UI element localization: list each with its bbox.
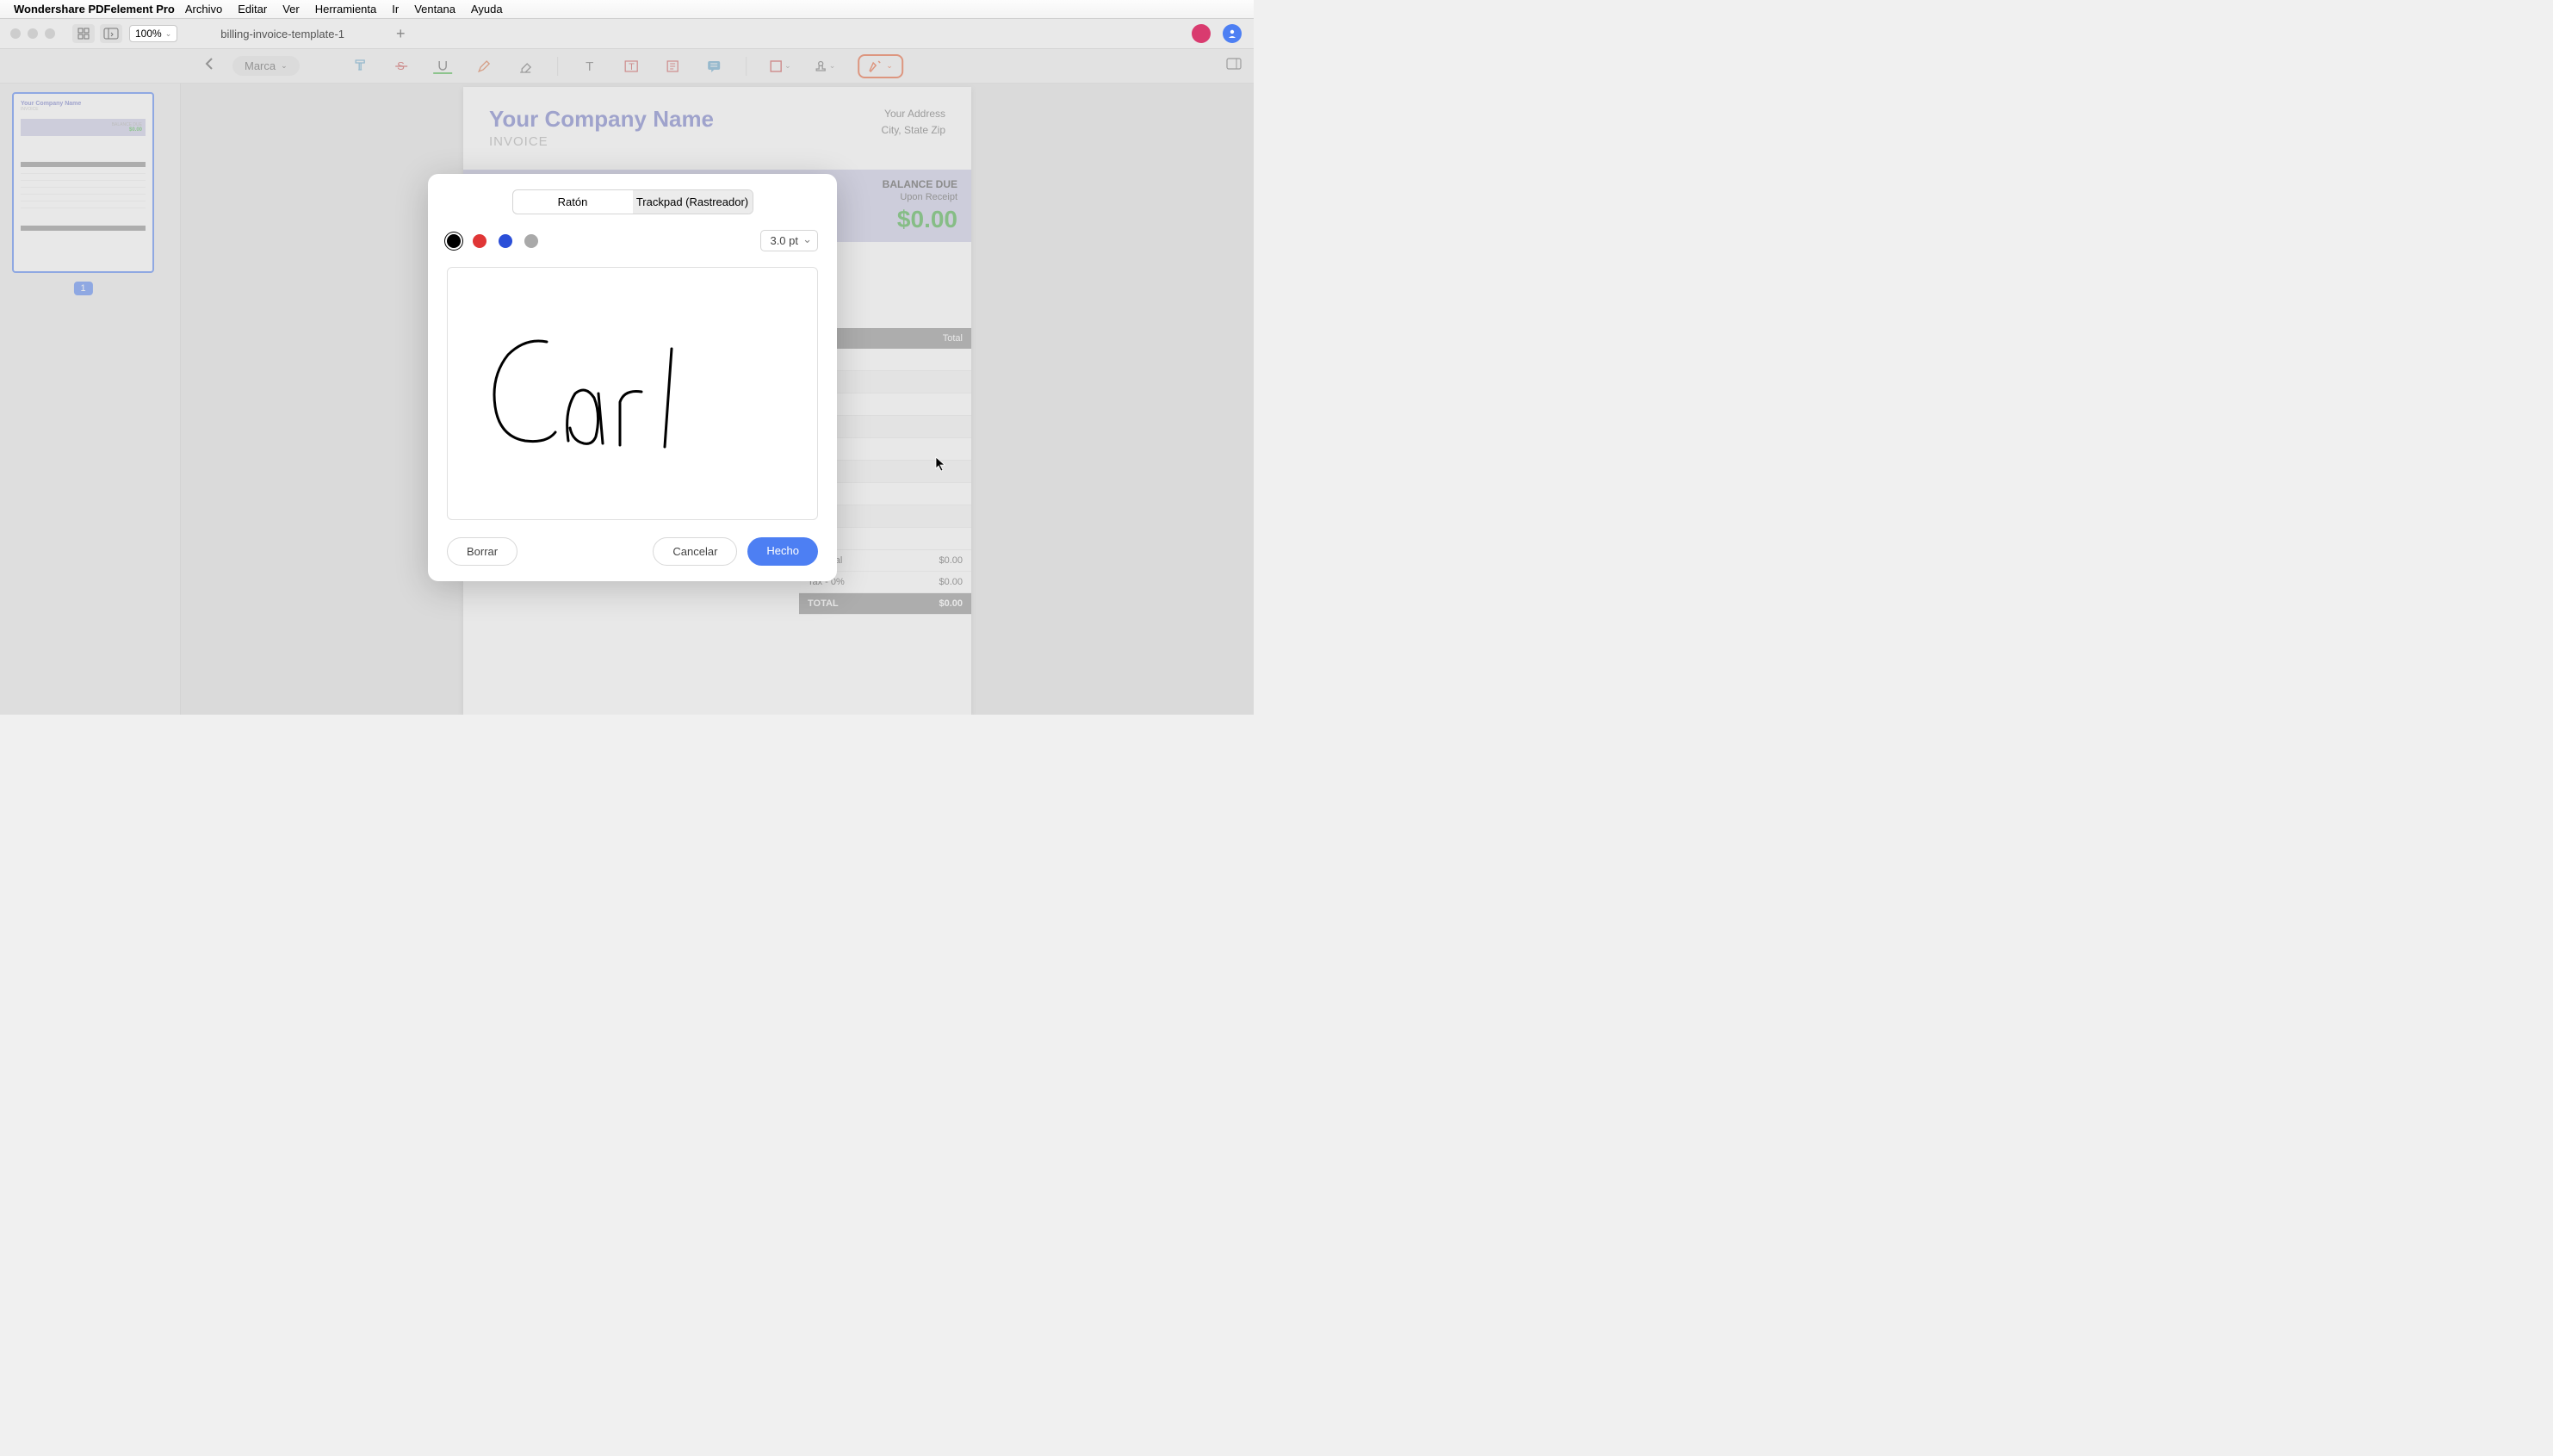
menu-ventana[interactable]: Ventana (414, 3, 455, 15)
done-button[interactable]: Hecho (747, 537, 818, 566)
traffic-lights (0, 28, 65, 39)
minimize-window-button[interactable] (28, 28, 38, 39)
stroke-size-select[interactable]: 3.0 pt (760, 230, 818, 251)
stroke-size-value: 3.0 pt (770, 234, 798, 247)
add-tab-button[interactable]: + (396, 25, 406, 43)
input-method-tabs: Ratón Trackpad (Rastreador) (512, 189, 753, 214)
tab-trackpad[interactable]: Trackpad (Rastreador) (633, 190, 753, 214)
chevron-down-icon: ⌄ (165, 29, 172, 39)
signature-drawing (474, 325, 715, 462)
document-tab[interactable]: billing-invoice-template-1 (220, 28, 344, 40)
color-swatches (447, 234, 538, 248)
user-avatar-icon[interactable] (1223, 24, 1242, 43)
color-gray[interactable] (524, 234, 538, 248)
view-mode-buttons (72, 24, 122, 43)
menu-editar[interactable]: Editar (238, 3, 267, 15)
zoom-value: 100% (135, 28, 162, 40)
color-black[interactable] (447, 234, 461, 248)
app-name[interactable]: Wondershare PDFelement Pro (14, 3, 175, 15)
clear-button[interactable]: Borrar (447, 537, 517, 566)
menu-herramienta[interactable]: Herramienta (315, 3, 377, 15)
close-window-button[interactable] (10, 28, 21, 39)
grid-view-icon[interactable] (72, 24, 95, 43)
menu-ayuda[interactable]: Ayuda (471, 3, 503, 15)
color-red[interactable] (473, 234, 486, 248)
vs-badge-icon[interactable] (1192, 24, 1211, 43)
menu-ir[interactable]: Ir (392, 3, 399, 15)
menu-archivo[interactable]: Archivo (185, 3, 222, 15)
signature-canvas[interactable] (447, 267, 818, 520)
zoom-select[interactable]: 100% ⌄ (129, 25, 177, 42)
tab-mouse[interactable]: Ratón (513, 190, 633, 214)
maximize-window-button[interactable] (45, 28, 55, 39)
sidebar-toggle-icon[interactable] (100, 24, 122, 43)
signature-modal: Ratón Trackpad (Rastreador) 3.0 pt Borra… (428, 174, 837, 581)
window-chrome: 100% ⌄ billing-invoice-template-1 + (0, 19, 1254, 49)
color-blue[interactable] (499, 234, 512, 248)
mac-menubar: Wondershare PDFelement Pro Archivo Edita… (0, 0, 1254, 19)
cancel-button[interactable]: Cancelar (653, 537, 737, 566)
menu-ver[interactable]: Ver (282, 3, 300, 15)
